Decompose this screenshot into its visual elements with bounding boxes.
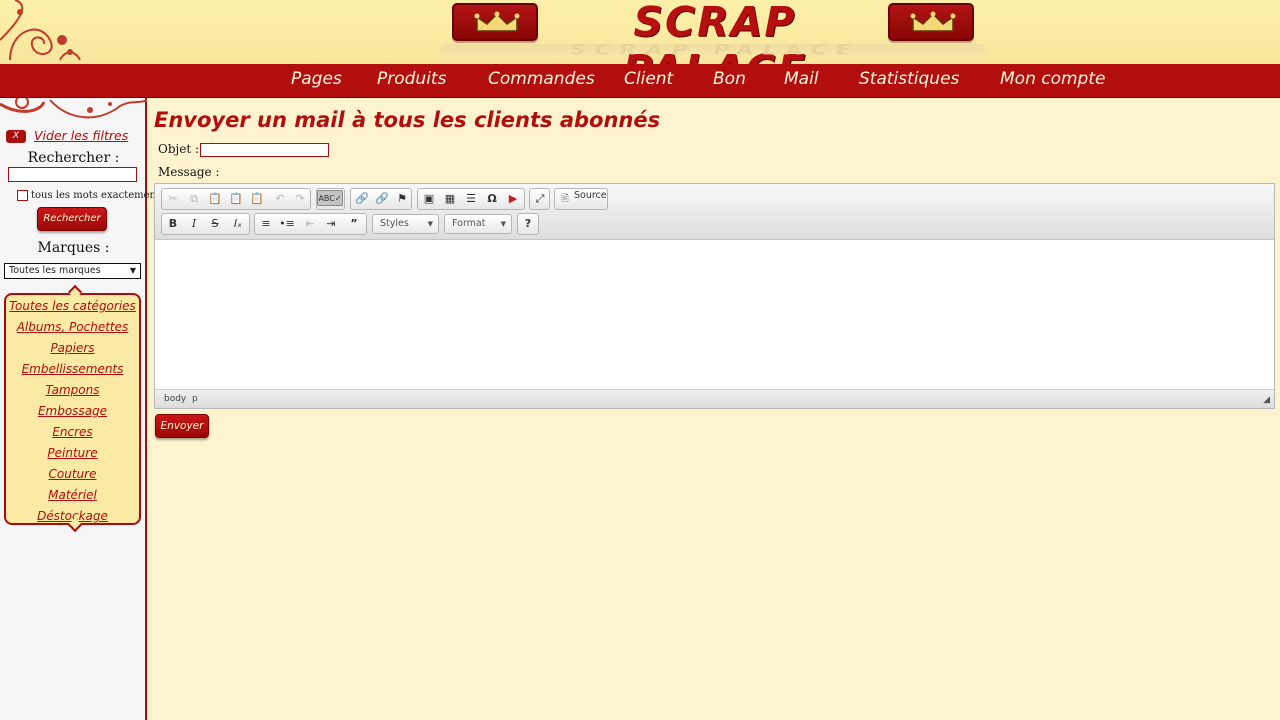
categories-panel: Toutes les catégories Albums, Pochettes …: [4, 284, 141, 533]
category-link-embossage[interactable]: Embossage: [6, 404, 139, 418]
resize-handle-icon[interactable]: ◢: [1263, 395, 1270, 405]
category-link-couture[interactable]: Couture: [6, 467, 139, 481]
sidebar-swirl-decoration: [0, 98, 147, 119]
nav-item-client[interactable]: Client: [624, 69, 673, 89]
page-title: Envoyer un mail à tous les clients abonn…: [154, 108, 661, 132]
copy-icon[interactable]: ⧉: [185, 191, 203, 207]
category-link-encres[interactable]: Encres: [6, 425, 139, 439]
anchor-flag-icon[interactable]: ⚑: [393, 191, 411, 207]
styles-dropdown-label: Styles: [380, 218, 409, 229]
styles-dropdown[interactable]: Styles ▼: [372, 214, 439, 234]
maximize-icon[interactable]: ⤢: [531, 191, 549, 207]
category-link-albums[interactable]: Albums, Pochettes: [6, 320, 139, 334]
table-icon[interactable]: ▦: [441, 191, 459, 207]
strike-icon[interactable]: S: [206, 216, 224, 232]
outdent-icon[interactable]: ⇤: [301, 216, 319, 232]
subject-label: Objet :: [158, 142, 200, 156]
basic-styles-group: B I S Iₓ: [161, 213, 250, 235]
exact-words-checkbox[interactable]: [17, 190, 28, 201]
search-title: Rechercher :: [27, 150, 120, 166]
source-document-icon: 🖹: [561, 194, 569, 204]
clear-filters-icon: X: [6, 130, 26, 143]
category-link-all[interactable]: Toutes les catégories: [6, 299, 139, 313]
horizontal-line-icon[interactable]: ☰: [462, 191, 480, 207]
redo-icon[interactable]: ↷: [291, 191, 309, 207]
numbered-list-icon[interactable]: ≡: [257, 216, 275, 232]
editor-status-bar: body p ◢: [155, 389, 1274, 408]
format-dropdown[interactable]: Format ▼: [444, 214, 512, 234]
remove-format-icon[interactable]: Iₓ: [229, 216, 247, 232]
indent-icon[interactable]: ⇥: [322, 216, 340, 232]
chevron-down-icon: ▼: [500, 220, 506, 228]
brands-select-value: Toutes les marques: [9, 265, 101, 276]
editor-content-area[interactable]: [155, 240, 1274, 389]
crown-badge-right: [888, 3, 974, 41]
editor-toolbar: ✂ ⧉ 📋 📋 📋 ↶ ↷ ABC✓ 🔗 🔗 ⚑ ▣ ▦ ☰ Ω ▶ ⤢ 🖹 S…: [155, 184, 1274, 240]
insert-group: ▣ ▦ ☰ Ω ▶: [417, 188, 525, 210]
spellcheck-group: ABC✓: [316, 188, 345, 210]
bulleted-list-icon[interactable]: •≡: [278, 216, 296, 232]
bold-icon[interactable]: B: [164, 216, 182, 232]
italic-icon[interactable]: I: [185, 216, 203, 232]
source-button[interactable]: 🖹 Source: [554, 188, 608, 210]
chevron-down-icon: ▼: [427, 220, 433, 228]
element-path-p[interactable]: p: [192, 394, 198, 404]
crown-icon: [474, 11, 520, 32]
blockquote-icon[interactable]: ”: [345, 216, 363, 232]
nav-item-produits[interactable]: Produits: [377, 69, 446, 89]
help-group: ?: [517, 213, 539, 235]
floral-swirl-decoration: [0, 0, 81, 61]
paste-text-icon[interactable]: 📋: [227, 191, 245, 207]
clear-filters-label[interactable]: Vider les filtres: [34, 128, 128, 143]
paragraph-group: ≡ •≡ ⇤ ⇥ ”: [254, 213, 367, 235]
nav-item-mail[interactable]: Mail: [784, 69, 819, 89]
image-icon[interactable]: ▣: [420, 191, 438, 207]
subject-input[interactable]: [200, 143, 329, 157]
link-icon[interactable]: 🔗: [353, 191, 371, 207]
link-group: 🔗 🔗 ⚑: [350, 188, 412, 210]
special-char-omega-icon[interactable]: Ω: [483, 191, 501, 207]
chevron-down-icon: ▼: [129, 266, 136, 275]
nav-item-commandes[interactable]: Commandes: [488, 69, 595, 89]
clipboard-group: ✂ ⧉ 📋 📋 📋 ↶ ↷: [161, 188, 311, 210]
search-button[interactable]: Rechercher: [37, 207, 107, 231]
brands-title: Marques :: [37, 240, 110, 256]
exact-words-label: tous les mots exactement: [31, 190, 160, 201]
main-nav: Pages Produits Commandes Client Bon Mail…: [0, 64, 1280, 98]
nav-item-mon-compte[interactable]: Mon compte: [1000, 69, 1105, 89]
element-path-body[interactable]: body: [164, 394, 186, 404]
site-header: SCRAP PALACE SCRAP PALACE: [0, 0, 1280, 64]
crown-badge-left: [452, 3, 538, 41]
category-link-papiers[interactable]: Papiers: [6, 341, 139, 355]
message-label: Message :: [158, 165, 220, 179]
paste-icon[interactable]: 📋: [206, 191, 224, 207]
spellcheck-icon[interactable]: ABC✓: [317, 190, 343, 206]
category-link-embellissements[interactable]: Embellissements: [6, 362, 139, 376]
source-label: Source: [574, 190, 607, 201]
nav-item-pages[interactable]: Pages: [291, 69, 342, 89]
nav-item-bon[interactable]: Bon: [713, 69, 746, 89]
paste-word-icon[interactable]: 📋: [248, 191, 266, 207]
search-input[interactable]: [8, 167, 137, 182]
format-dropdown-label: Format: [452, 218, 486, 229]
cut-icon[interactable]: ✂: [164, 191, 182, 207]
panel-notch-top: [67, 284, 83, 300]
maximize-group: ⤢: [529, 188, 550, 210]
youtube-icon[interactable]: ▶: [504, 191, 522, 207]
help-icon[interactable]: ?: [519, 216, 537, 232]
category-link-materiel[interactable]: Matériel: [6, 488, 139, 502]
send-button[interactable]: Envoyer: [155, 414, 209, 438]
sidebar: X Vider les filtres Rechercher : tous le…: [0, 98, 160, 720]
nav-item-statistiques[interactable]: Statistiques: [859, 69, 959, 89]
unlink-icon[interactable]: 🔗: [373, 191, 391, 207]
undo-icon[interactable]: ↶: [271, 191, 289, 207]
rich-text-editor: ✂ ⧉ 📋 📋 📋 ↶ ↷ ABC✓ 🔗 🔗 ⚑ ▣ ▦ ☰ Ω ▶ ⤢ 🖹 S…: [154, 183, 1275, 409]
category-link-peinture[interactable]: Peinture: [6, 446, 139, 460]
crown-icon: [910, 11, 956, 32]
category-link-tampons[interactable]: Tampons: [6, 383, 139, 397]
brands-select[interactable]: Toutes les marques ▼: [4, 263, 141, 279]
site-logo-reflection: SCRAP PALACE: [569, 42, 861, 59]
